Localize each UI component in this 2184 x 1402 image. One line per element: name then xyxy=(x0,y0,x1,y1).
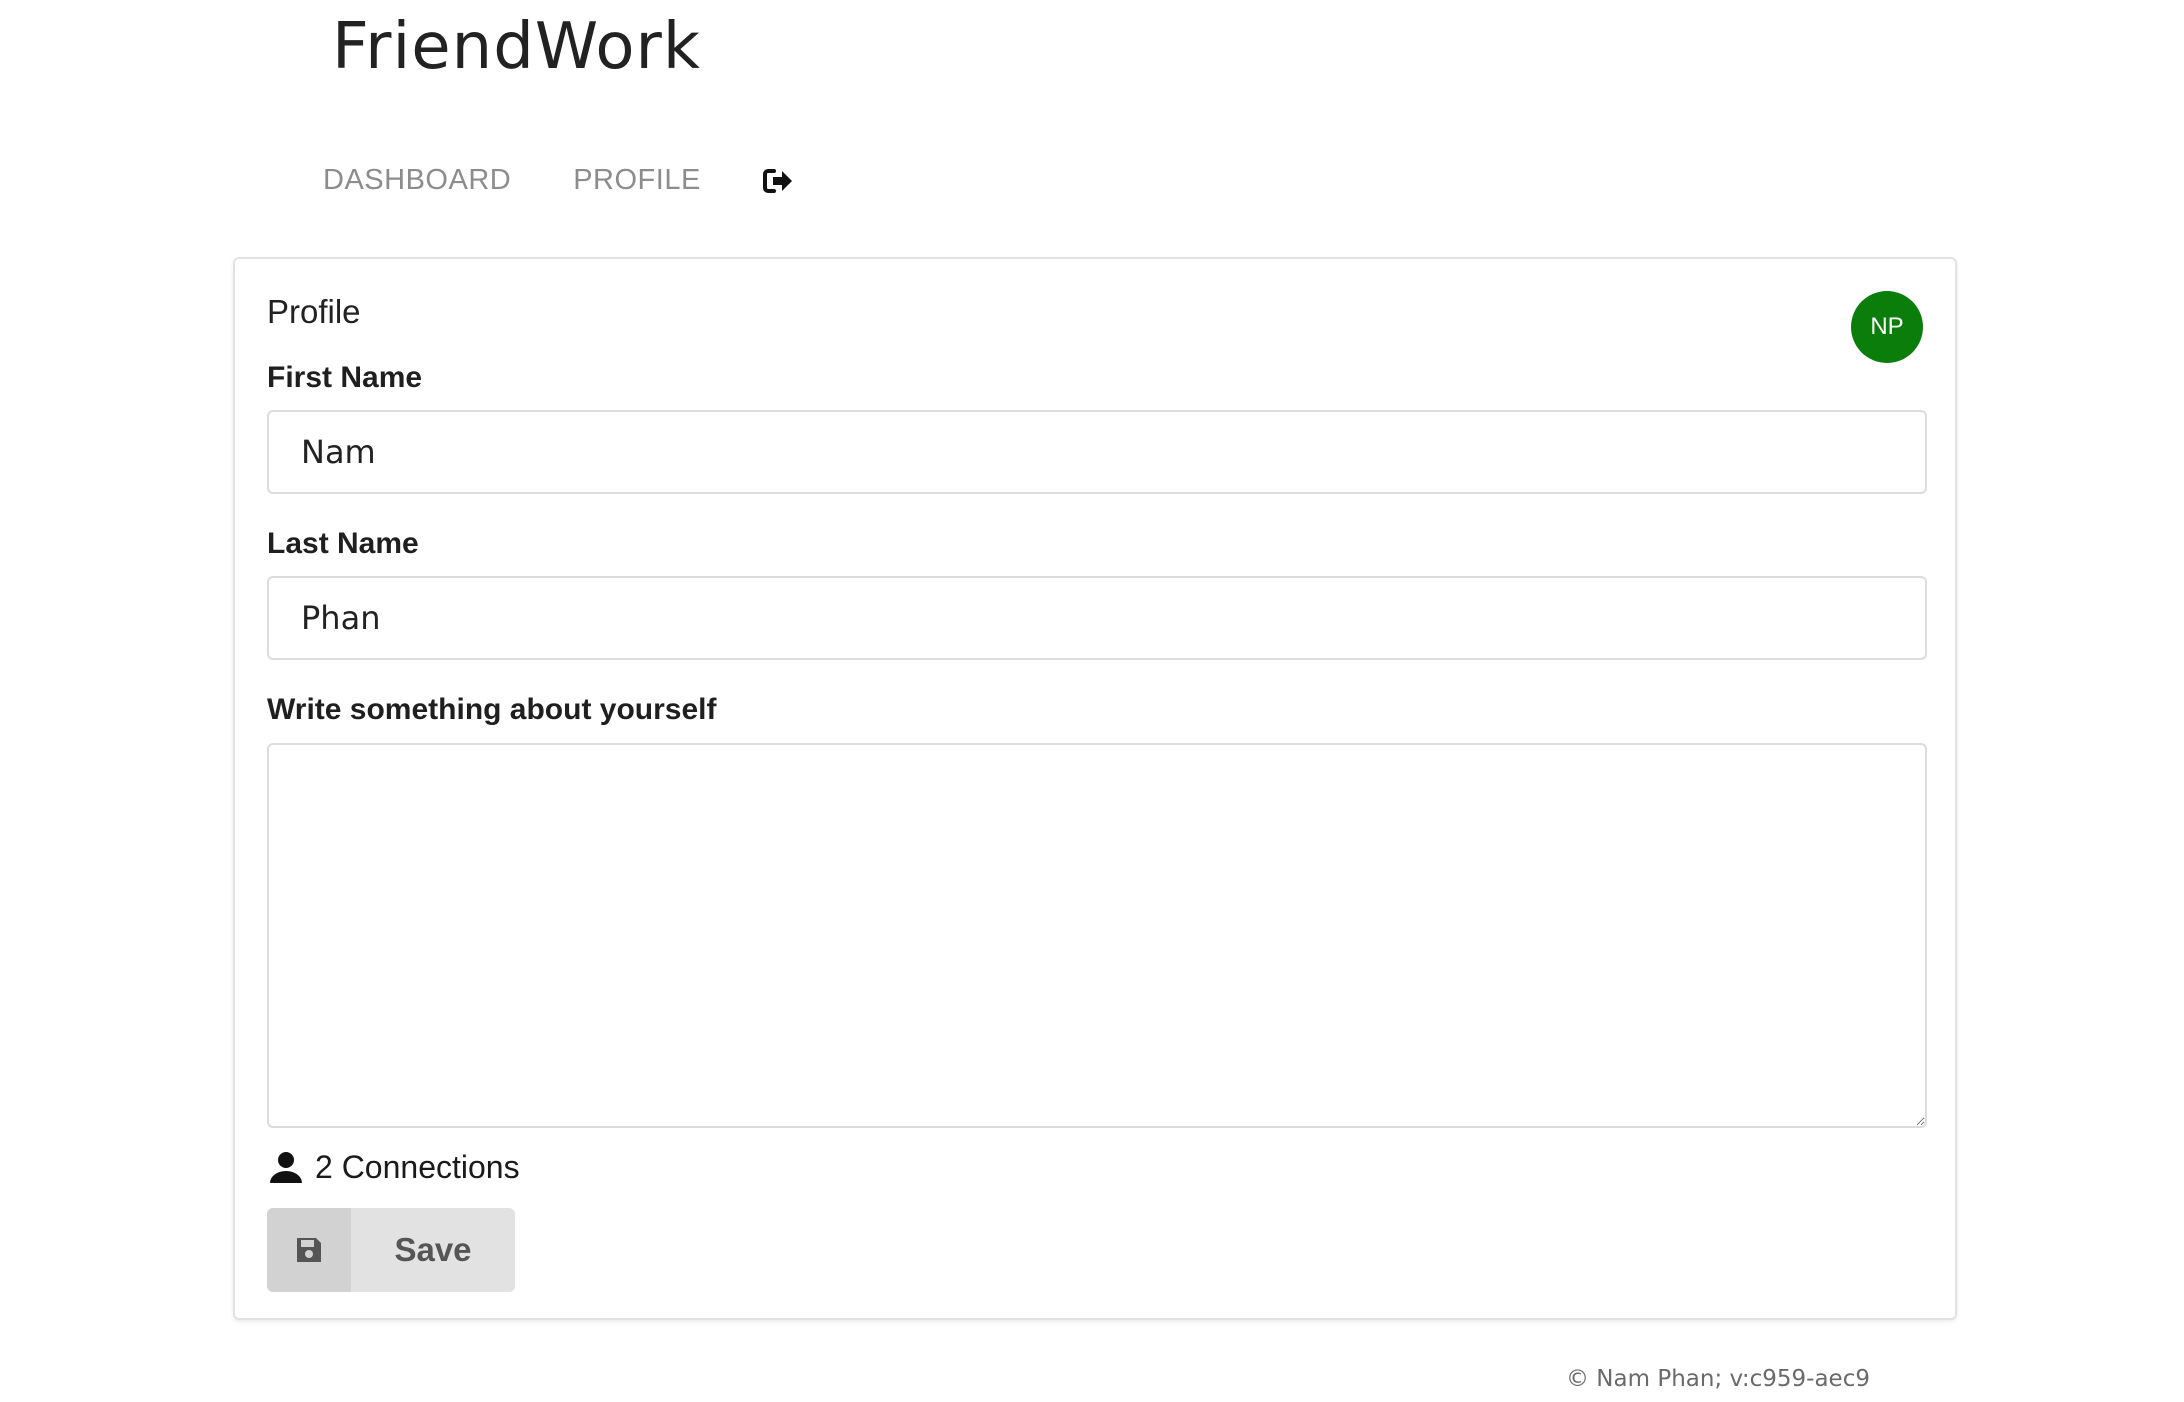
sign-out-icon[interactable] xyxy=(762,166,793,196)
last-name-input[interactable] xyxy=(267,576,1927,660)
app-title: FriendWork xyxy=(332,10,701,84)
last-name-label: Last Name xyxy=(267,527,419,560)
save-button[interactable]: Save xyxy=(267,1208,515,1292)
avatar: NP xyxy=(1851,291,1923,363)
connections-text: 2 Connections xyxy=(315,1148,520,1185)
connections-count: 2 Connections xyxy=(269,1147,520,1187)
nav-dashboard-link[interactable]: DASHBOARD xyxy=(323,164,511,197)
nav-profile-link[interactable]: PROFILE xyxy=(573,164,701,197)
about-label: Write something about yourself xyxy=(267,693,717,726)
first-name-label: First Name xyxy=(267,361,423,394)
save-button-label: Save xyxy=(394,1231,472,1268)
profile-card: Profile NP First Name Last Name Write so… xyxy=(233,257,1957,1320)
floppy-disk-icon xyxy=(267,1208,351,1292)
first-name-input[interactable] xyxy=(267,410,1927,494)
footer-text: © Nam Phan; v:c959-aec9 xyxy=(1566,1366,1870,1392)
main-nav: DASHBOARD PROFILE xyxy=(323,160,793,200)
card-title: Profile xyxy=(267,293,361,330)
about-textarea[interactable] xyxy=(267,743,1927,1128)
user-icon xyxy=(269,1150,303,1184)
